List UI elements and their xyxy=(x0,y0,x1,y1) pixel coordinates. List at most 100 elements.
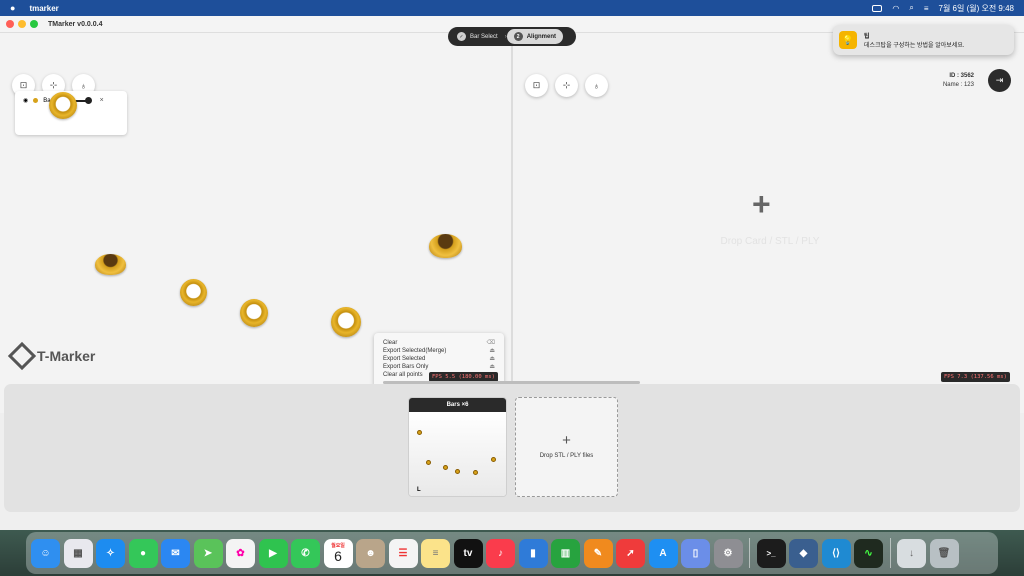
tooth-icon: ♁ xyxy=(593,80,600,91)
focus-icon: ⊹ xyxy=(562,80,571,90)
control-center-icon[interactable]: ≡ xyxy=(924,4,929,13)
contacts-icon[interactable]: ☻ xyxy=(356,538,385,568)
tooth-view-button-right[interactable]: ♁ xyxy=(585,74,608,97)
focus-icon: ⊹ xyxy=(49,80,58,90)
keynote-icon[interactable]: ▮ xyxy=(518,538,548,568)
bar-marker[interactable] xyxy=(331,307,361,337)
slider-knob[interactable] xyxy=(84,96,92,104)
rocket-icon[interactable]: ➚ xyxy=(616,538,645,568)
pages-icon[interactable]: ✎ xyxy=(583,538,613,568)
bar-marker[interactable] xyxy=(429,234,462,258)
camera-icon: ⊡ xyxy=(19,80,28,90)
notification-title: 팁 xyxy=(864,34,870,40)
step-bar-select[interactable]: ✓ Bar Select xyxy=(450,29,505,44)
tv-icon[interactable]: tv xyxy=(453,538,483,568)
simulator-icon[interactable]: ▯ xyxy=(681,538,710,568)
bar-marker[interactable] xyxy=(95,254,126,275)
tmarker-app-icon[interactable]: ◆ xyxy=(789,538,818,568)
fps-counter-right: FPS 7.3 (137.56 ms) xyxy=(941,372,1010,382)
minimize-window-button[interactable] xyxy=(18,20,26,28)
system-settings-icon[interactable]: ⚙ xyxy=(713,538,743,568)
export-icon: ⇥ xyxy=(995,75,1004,85)
step-label: Bar Select xyxy=(470,33,498,40)
apple-menu-icon[interactable]: ● xyxy=(10,3,15,13)
messages-icon[interactable]: ● xyxy=(128,538,158,568)
launchpad-icon[interactable]: ▦ xyxy=(63,538,93,568)
menu-bar: ● tmarker ◠ ⌕ ≡ 7월 6일 (월) 오전 9:48 xyxy=(0,0,1024,16)
remove-layer-button[interactable]: × xyxy=(100,97,104,104)
step-label: Alignment xyxy=(526,33,557,40)
window-title: TMarker v0.0.0.4 xyxy=(48,20,103,28)
logo-text: T-Marker xyxy=(37,348,96,364)
preview-dot xyxy=(426,460,431,465)
downloads-icon[interactable]: ↓ xyxy=(897,538,926,568)
preview-dot xyxy=(455,469,460,474)
finder-icon[interactable]: ☺ xyxy=(31,538,60,568)
maps-icon[interactable]: ➤ xyxy=(193,538,223,568)
plus-icon: + xyxy=(562,432,571,449)
card-side-label: L xyxy=(417,487,421,493)
card-preview: L xyxy=(409,412,506,496)
t-marker-logo: T-Marker xyxy=(7,341,96,371)
menu-item-export-bars[interactable]: Export Bars Only ⏏ xyxy=(383,363,495,371)
screenshot-icon-button-right[interactable]: ⊡ xyxy=(525,74,548,97)
add-plus-icon[interactable]: + xyxy=(752,188,771,220)
step-check-icon: ✓ xyxy=(457,32,466,41)
step-alignment[interactable]: 2 Alignment xyxy=(506,29,564,44)
drop-hint: Drop Card / STL / PLY xyxy=(720,236,820,247)
bar-marker[interactable] xyxy=(240,299,268,327)
tip-notification[interactable]: 💡 팁 데스크탑을 구성하는 방법을 알아보세요. xyxy=(833,25,1014,55)
facetime-icon[interactable]: ▶ xyxy=(258,538,288,568)
display-icon[interactable] xyxy=(872,4,883,12)
focus-icon-button-right[interactable]: ⊹ xyxy=(555,74,578,97)
export-button[interactable]: ⇥ xyxy=(988,69,1011,92)
app-menu[interactable]: tmarker xyxy=(29,4,58,13)
status-area: ◠ ⌕ ≡ 7월 6일 (월) 오전 9:48 xyxy=(872,3,1014,14)
preview-dot xyxy=(473,470,478,475)
bar-marker[interactable] xyxy=(49,92,77,119)
case-name: Name : 123 xyxy=(942,82,974,88)
phone-icon[interactable]: ✆ xyxy=(291,538,320,568)
trash-icon[interactable]: 🗑 xyxy=(929,538,959,568)
notification-body: 데스크탑을 구성하는 방법을 알아보세요. xyxy=(864,43,965,49)
logo-mark-icon xyxy=(7,341,37,371)
drop-files-card[interactable]: + Drop STL / PLY files xyxy=(515,397,618,497)
preview-dot xyxy=(417,430,422,435)
safari-icon[interactable]: ✧ xyxy=(96,538,125,568)
notes-icon[interactable]: ≡ xyxy=(421,538,450,568)
music-icon[interactable]: ♪ xyxy=(486,538,515,568)
activity-monitor-icon[interactable]: ∿ xyxy=(854,538,883,568)
terminal-icon[interactable]: >_ xyxy=(756,538,786,568)
case-id: ID : 3562 xyxy=(949,73,974,79)
bar-marker[interactable] xyxy=(180,279,207,306)
layer-color-dot xyxy=(33,98,39,103)
menu-item-export-selected[interactable]: Export Selected ⏏ xyxy=(383,355,495,363)
clock[interactable]: 7월 6일 (월) 오전 9:48 xyxy=(939,3,1015,14)
preview-dot xyxy=(443,465,448,470)
calendar-icon[interactable]: 월요일 6 xyxy=(323,538,353,568)
drop-files-label: Drop STL / PLY files xyxy=(539,453,594,459)
close-window-button[interactable] xyxy=(6,20,14,28)
mail-icon[interactable]: ✉ xyxy=(161,538,190,568)
menu-item-export-merge[interactable]: Export Selected(Merge) ⏏ xyxy=(383,347,495,355)
card-tray xyxy=(4,384,1020,512)
vscode-icon[interactable]: ⟨⟩ xyxy=(821,538,851,568)
bars-card[interactable]: Bars ×6 L xyxy=(408,397,507,497)
wifi-icon[interactable]: ◠ xyxy=(892,4,899,13)
dock: ☺ ▦ ✧ ● ✉ ➤ ✿ ▶ ✆ 월요일 6 ☻ ☰ ≡ tv ♪ ▮ ▥ ✎… xyxy=(26,532,998,574)
app-store-icon[interactable]: A xyxy=(648,538,678,568)
photos-icon[interactable]: ✿ xyxy=(226,538,255,568)
workflow-steps: ✓ Bar Select › 2 Alignment xyxy=(448,27,576,46)
eye-icon[interactable]: ◉ xyxy=(23,97,28,104)
zoom-window-button[interactable] xyxy=(30,20,38,28)
search-icon[interactable]: ⌕ xyxy=(909,3,913,13)
numbers-icon[interactable]: ▥ xyxy=(551,538,580,568)
step-number: 2 xyxy=(513,32,523,41)
preview-dot xyxy=(491,457,496,462)
menu-item-clear[interactable]: Clear ⌫ xyxy=(383,339,495,347)
reminders-icon[interactable]: ☰ xyxy=(388,538,418,568)
lightbulb-icon: 💡 xyxy=(839,31,857,49)
tray-resize-handle[interactable] xyxy=(383,381,640,384)
dock-separator xyxy=(889,538,891,568)
tooth-icon: ♁ xyxy=(80,80,87,91)
